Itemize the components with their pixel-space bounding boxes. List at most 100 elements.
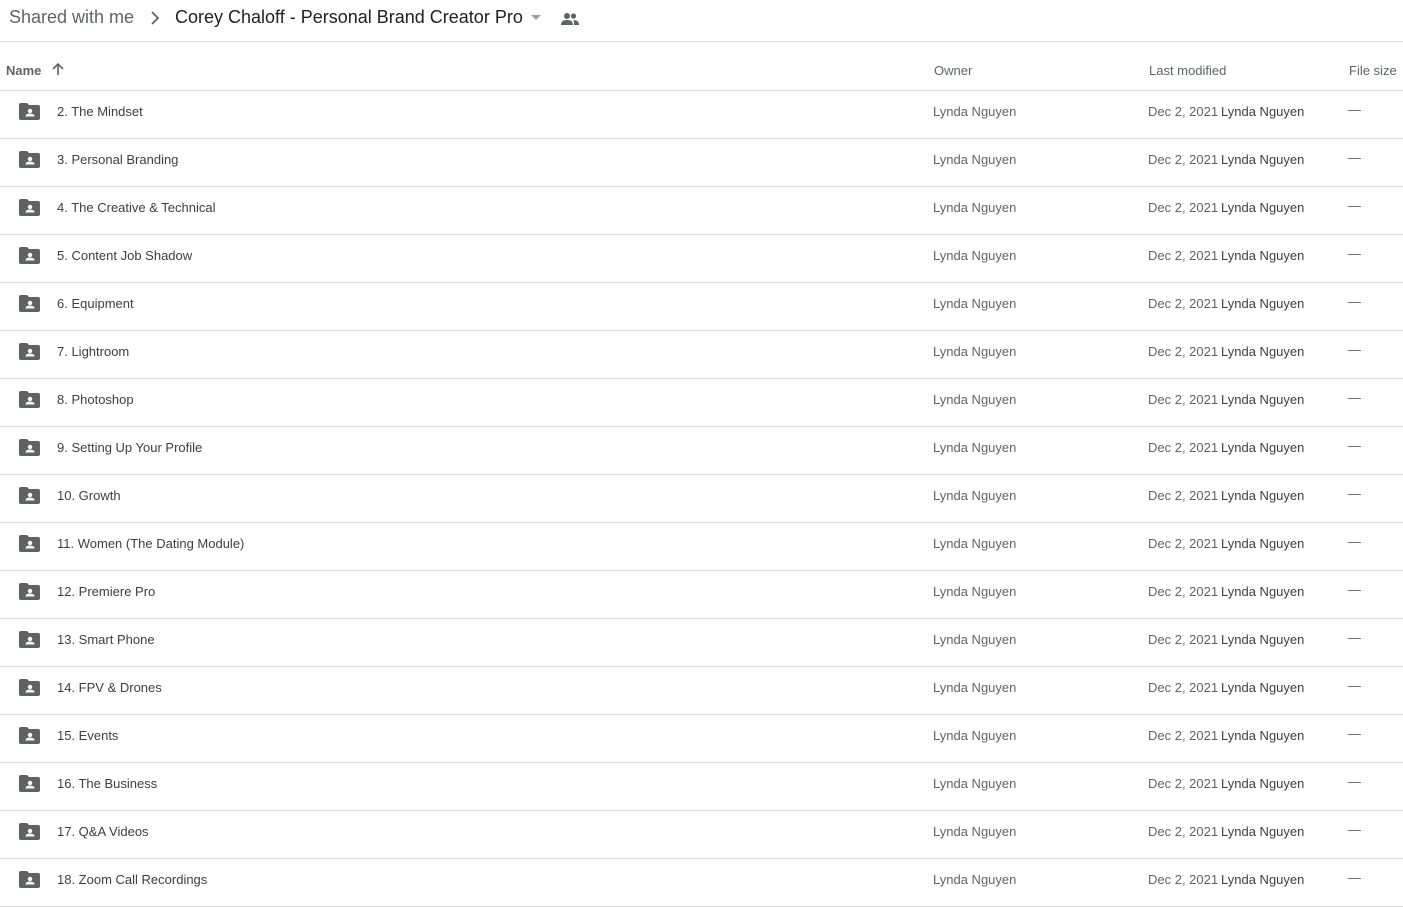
- column-name[interactable]: Name: [6, 63, 41, 78]
- file-owner: Lynda Nguyen: [933, 824, 1017, 839]
- file-name[interactable]: 4. The Creative & Technical: [57, 200, 216, 215]
- file-name[interactable]: 9. Setting Up Your Profile: [57, 440, 202, 455]
- file-owner: Lynda Nguyen: [933, 872, 1017, 887]
- file-owner: Lynda Nguyen: [933, 776, 1017, 791]
- file-name[interactable]: 5. Content Job Shadow: [57, 248, 192, 263]
- file-owner: Lynda Nguyen: [933, 536, 1017, 551]
- file-size: —: [1348, 438, 1361, 453]
- file-owner: Lynda Nguyen: [933, 152, 1017, 167]
- modified-by: Lynda Nguyen: [1221, 776, 1305, 791]
- shared-folder-icon: [19, 199, 40, 216]
- file-owner: Lynda Nguyen: [933, 104, 1017, 119]
- table-row[interactable]: 15. Events Lynda Nguyen Dec 2, 2021 Lynda N…: [0, 715, 1403, 763]
- modified-by: Lynda Nguyen: [1221, 824, 1305, 839]
- file-name[interactable]: 13. Smart Phone: [57, 632, 155, 647]
- column-owner[interactable]: Owner: [934, 63, 972, 78]
- file-name[interactable]: 15. Events: [57, 728, 118, 743]
- shared-folder-icon: [19, 871, 40, 888]
- column-header-row: Name Owner Last modified File size: [0, 41, 1403, 91]
- table-row[interactable]: 2. The Mindset Lynda Nguyen Dec 2, 2021 Lyn…: [0, 91, 1403, 139]
- modified-by: Lynda Nguyen: [1221, 296, 1305, 311]
- file-size: —: [1348, 342, 1361, 357]
- people-icon[interactable]: [561, 12, 579, 26]
- file-owner: Lynda Nguyen: [933, 392, 1017, 407]
- file-size: —: [1348, 726, 1361, 741]
- file-list: 2. The Mindset Lynda Nguyen Dec 2, 2021 Lyn…: [0, 91, 1403, 907]
- file-name[interactable]: 8. Photoshop: [57, 392, 134, 407]
- file-size: —: [1348, 486, 1361, 501]
- shared-folder-icon: [19, 727, 40, 744]
- table-row[interactable]: 8. Photoshop Lynda Nguyen Dec 2, 2021 Lynda…: [0, 379, 1403, 427]
- table-row[interactable]: 11. Women (The Dating Module) Lynda Nguye…: [0, 523, 1403, 571]
- file-size: —: [1348, 390, 1361, 405]
- column-file-size[interactable]: File size: [1349, 63, 1397, 78]
- file-name[interactable]: 12. Premiere Pro: [57, 584, 155, 599]
- table-row[interactable]: 4. The Creative & Technical Lynda Nguyen D…: [0, 187, 1403, 235]
- file-size: —: [1348, 294, 1361, 309]
- file-owner: Lynda Nguyen: [933, 632, 1017, 647]
- file-size: —: [1348, 534, 1361, 549]
- modified-date: Dec 2, 2021: [1148, 680, 1219, 695]
- breadcrumb-current-folder[interactable]: Corey Chaloff - Personal Brand Creator P…: [175, 7, 523, 28]
- file-size: —: [1348, 630, 1361, 645]
- table-row[interactable]: 17. Q&A Videos Lynda Nguyen Dec 2, 2021 Lyn…: [0, 811, 1403, 859]
- modified-by: Lynda Nguyen: [1221, 248, 1305, 263]
- breadcrumb-shared-with-me[interactable]: Shared with me: [9, 7, 134, 28]
- shared-folder-icon: [19, 391, 40, 408]
- table-row[interactable]: 3. Personal Branding Lynda Nguyen Dec 2, 2…: [0, 139, 1403, 187]
- file-name[interactable]: 3. Personal Branding: [57, 152, 178, 167]
- modified-by: Lynda Nguyen: [1221, 440, 1305, 455]
- chevron-right-icon: [151, 11, 160, 25]
- modified-date: Dec 2, 2021: [1148, 488, 1219, 503]
- table-row[interactable]: 9. Setting Up Your Profile Lynda Nguyen De…: [0, 427, 1403, 475]
- caret-down-icon[interactable]: [531, 15, 541, 20]
- shared-folder-icon: [19, 583, 40, 600]
- file-size: —: [1348, 150, 1361, 165]
- table-row[interactable]: 14. FPV & Drones Lynda Nguyen Dec 2, 2021 L…: [0, 667, 1403, 715]
- shared-folder-icon: [19, 631, 40, 648]
- file-owner: Lynda Nguyen: [933, 344, 1017, 359]
- file-owner: Lynda Nguyen: [933, 488, 1017, 503]
- shared-folder-icon: [19, 823, 40, 840]
- file-name[interactable]: 18. Zoom Call Recordings: [57, 872, 207, 887]
- shared-folder-icon: [19, 535, 40, 552]
- modified-by: Lynda Nguyen: [1221, 584, 1305, 599]
- file-owner: Lynda Nguyen: [933, 680, 1017, 695]
- table-row[interactable]: 18. Zoom Call Recordings Lynda Nguyen Dec …: [0, 859, 1403, 907]
- file-name[interactable]: 10. Growth: [57, 488, 121, 503]
- shared-folder-icon: [19, 295, 40, 312]
- table-row[interactable]: 12. Premiere Pro Lynda Nguyen Dec 2, 2021 L…: [0, 571, 1403, 619]
- table-row[interactable]: 5. Content Job Shadow Lynda Nguyen Dec 2, …: [0, 235, 1403, 283]
- table-row[interactable]: 10. Growth Lynda Nguyen Dec 2, 2021 Lynda N…: [0, 475, 1403, 523]
- file-name[interactable]: 11. Women (The Dating Module): [57, 536, 244, 551]
- modified-by: Lynda Nguyen: [1221, 104, 1305, 119]
- table-row[interactable]: 6. Equipment Lynda Nguyen Dec 2, 2021 Lynda…: [0, 283, 1403, 331]
- file-name[interactable]: 17. Q&A Videos: [57, 824, 149, 839]
- table-row[interactable]: 13. Smart Phone Lynda Nguyen Dec 2, 2021 Ly…: [0, 619, 1403, 667]
- modified-date: Dec 2, 2021: [1148, 440, 1219, 455]
- file-name[interactable]: 14. FPV & Drones: [57, 680, 162, 695]
- file-name[interactable]: 7. Lightroom: [57, 344, 129, 359]
- file-size: —: [1348, 822, 1361, 837]
- file-name[interactable]: 6. Equipment: [57, 296, 134, 311]
- modified-date: Dec 2, 2021: [1148, 632, 1219, 647]
- modified-date: Dec 2, 2021: [1148, 392, 1219, 407]
- file-owner: Lynda Nguyen: [933, 728, 1017, 743]
- arrow-up-icon[interactable]: [51, 62, 65, 76]
- modified-date: Dec 2, 2021: [1148, 872, 1219, 887]
- shared-folder-icon: [19, 487, 40, 504]
- modified-date: Dec 2, 2021: [1148, 824, 1219, 839]
- breadcrumb-bar: Shared with me Corey Chaloff - Personal …: [0, 0, 1403, 42]
- modified-by: Lynda Nguyen: [1221, 872, 1305, 887]
- modified-by: Lynda Nguyen: [1221, 536, 1305, 551]
- modified-by: Lynda Nguyen: [1221, 152, 1305, 167]
- table-row[interactable]: 16. The Business Lynda Nguyen Dec 2, 2021 L…: [0, 763, 1403, 811]
- modified-date: Dec 2, 2021: [1148, 344, 1219, 359]
- table-row[interactable]: 7. Lightroom Lynda Nguyen Dec 2, 2021 Lynda…: [0, 331, 1403, 379]
- file-name[interactable]: 16. The Business: [57, 776, 157, 791]
- column-last-modified[interactable]: Last modified: [1149, 63, 1226, 78]
- modified-by: Lynda Nguyen: [1221, 200, 1305, 215]
- file-name[interactable]: 2. The Mindset: [57, 104, 143, 119]
- shared-folder-icon: [19, 151, 40, 168]
- modified-date: Dec 2, 2021: [1148, 776, 1219, 791]
